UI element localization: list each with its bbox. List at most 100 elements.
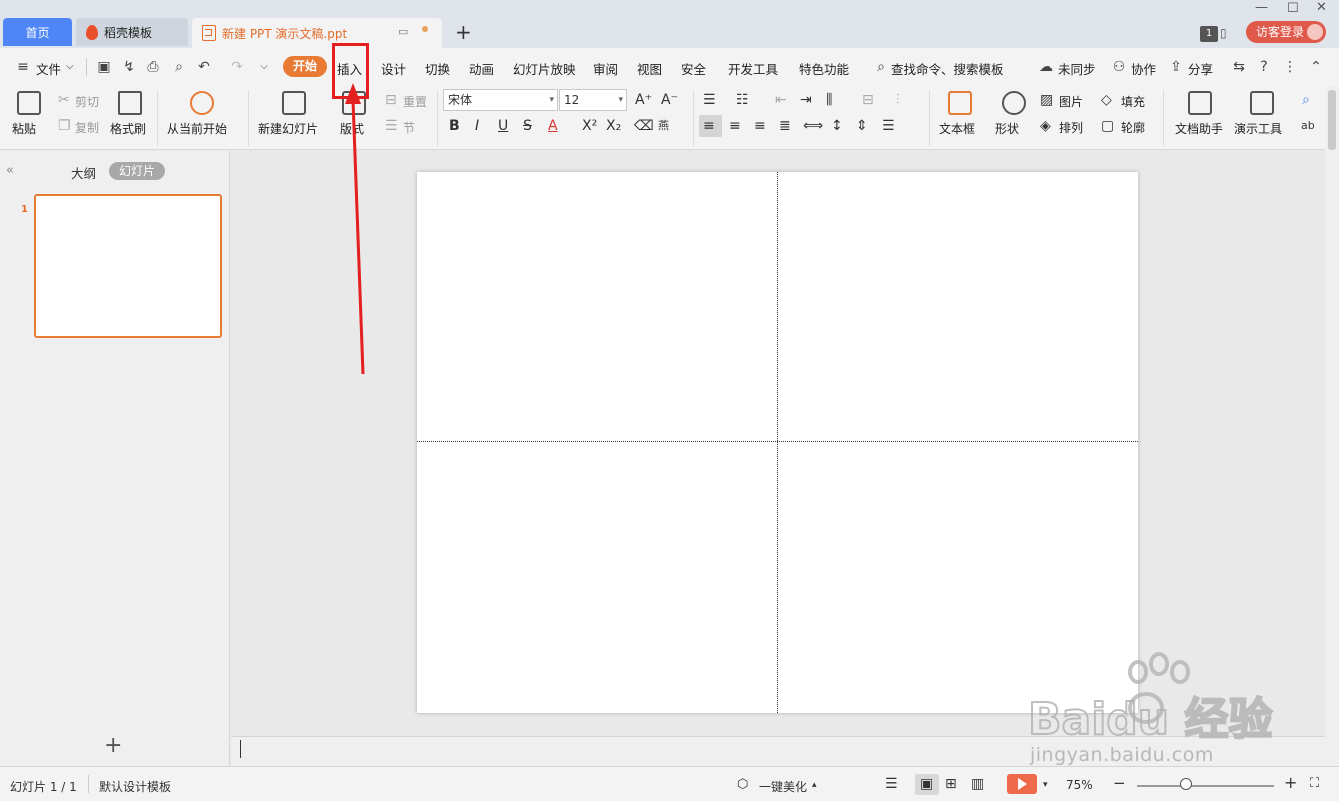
slide-page[interactable] <box>417 172 1138 713</box>
chevron-up-icon[interactable]: ▴ <box>812 780 817 790</box>
copy-button[interactable]: 复制 <box>75 119 99 136</box>
line-spacing-icon[interactable]: ↕ <box>831 118 843 134</box>
layout-button[interactable]: 版式 <box>340 120 364 137</box>
zoom-slider-track[interactable] <box>1137 785 1274 787</box>
subscript-icon[interactable]: X₂ <box>606 118 621 134</box>
cut-button[interactable]: 剪切 <box>75 93 99 110</box>
align-text-icon[interactable]: ⫶ <box>896 92 900 108</box>
zoom-in-icon[interactable]: + <box>1284 773 1297 792</box>
strikethrough-icon[interactable]: S <box>523 118 532 134</box>
italic-icon[interactable]: I <box>475 118 479 134</box>
menu-transition[interactable]: 切换 <box>425 59 450 78</box>
slide-thumbnail[interactable] <box>34 194 222 338</box>
visitor-login-button[interactable]: 访客登录 <box>1246 21 1326 43</box>
skin-icon[interactable]: ⇆ <box>1231 59 1247 75</box>
slide-sorter-icon[interactable]: ⊞ <box>945 776 957 792</box>
menu-slideshow[interactable]: 幻灯片放映 <box>513 59 576 78</box>
collapse-ribbon-icon[interactable]: ⌃ <box>1308 59 1324 75</box>
reading-view-icon[interactable]: ▥ <box>971 776 984 792</box>
collapse-panel-icon[interactable]: « <box>6 163 14 178</box>
menu-features[interactable]: 特色功能 <box>799 59 849 78</box>
zoom-out-icon[interactable]: − <box>1113 774 1126 792</box>
document-assistant-icon[interactable] <box>1188 91 1212 115</box>
arrange-button[interactable]: 排列 <box>1059 119 1083 136</box>
new-slide-icon[interactable] <box>282 91 306 115</box>
print-preview-icon[interactable]: ⌕ <box>171 59 187 75</box>
superscript-icon[interactable]: X² <box>582 118 597 134</box>
find-icon[interactable]: ⌕ <box>1302 92 1310 108</box>
scrollbar-thumb[interactable] <box>1328 90 1336 150</box>
menu-animation[interactable]: 动画 <box>469 59 494 78</box>
shape-icon[interactable] <box>1002 91 1026 115</box>
menu-start[interactable]: 开始 <box>283 56 327 77</box>
align-right-icon[interactable]: ≡ <box>754 118 766 134</box>
chevron-down-icon[interactable]: ⌵ <box>66 61 74 72</box>
close-icon[interactable]: ✕ <box>1316 0 1327 15</box>
help-icon[interactable]: ? <box>1256 59 1272 75</box>
customize-toolbar-icon[interactable]: ⌵ <box>256 59 272 75</box>
bold-icon[interactable]: B <box>449 118 460 134</box>
new-slide-button[interactable]: 新建幻灯片 <box>258 120 318 137</box>
menu-review[interactable]: 审阅 <box>593 59 618 78</box>
replace-icon[interactable]: ab <box>1301 118 1315 134</box>
save-icon[interactable]: ▣ <box>96 59 112 75</box>
window-list-icon[interactable]: ▯ <box>1220 26 1227 40</box>
font-size-select[interactable]: 12 ▾ <box>559 89 627 111</box>
print-icon[interactable]: ⎙ <box>145 59 161 75</box>
clear-format-icon[interactable]: ⌫ <box>634 118 654 134</box>
sync-status[interactable]: 未同步 <box>1058 59 1096 78</box>
paragraph-settings-icon[interactable]: ☰ <box>882 118 895 134</box>
command-search[interactable]: 查找命令、搜索模板 <box>891 59 1004 78</box>
tab-document[interactable]: 新建 PPT 演示文稿.ppt ▭ <box>192 18 442 48</box>
tab-slides[interactable]: 幻灯片 <box>109 162 166 180</box>
notes-toggle-icon[interactable]: ☰ <box>885 776 898 792</box>
horizontal-guide-line[interactable] <box>417 441 1138 442</box>
maximize-icon[interactable]: ☐ <box>1287 1 1299 16</box>
text-direction-icon[interactable]: ⊟ <box>862 92 874 108</box>
fit-window-icon[interactable]: ⛶ <box>1310 776 1319 791</box>
fill-button[interactable]: 填充 <box>1121 93 1145 110</box>
menu-devtools[interactable]: 开发工具 <box>728 59 778 78</box>
numbered-list-icon[interactable]: ☷ <box>736 92 749 108</box>
vertical-scrollbar[interactable] <box>1325 86 1339 766</box>
tab-template[interactable]: 稻壳模板 <box>76 18 188 46</box>
menu-security[interactable]: 安全 <box>681 59 706 78</box>
presentation-tools-icon[interactable] <box>1250 91 1274 115</box>
menu-view[interactable]: 视图 <box>637 59 662 78</box>
align-center-icon[interactable]: ≡ <box>729 118 741 134</box>
reset-button[interactable]: 重置 <box>403 93 427 110</box>
paragraph-spacing-icon[interactable]: ⇕ <box>856 118 868 134</box>
menu-design[interactable]: 设计 <box>381 59 406 78</box>
format-painter-icon[interactable] <box>118 91 142 115</box>
increase-indent-icon[interactable]: ⇥ <box>800 92 812 108</box>
tab-outline[interactable]: 大纲 <box>71 163 96 182</box>
design-template-label[interactable]: 默认设计模板 <box>99 778 171 795</box>
add-slide-icon[interactable]: + <box>104 733 122 758</box>
normal-view-icon[interactable]: ▣ <box>920 776 933 792</box>
format-painter-button[interactable]: 格式刷 <box>110 120 146 137</box>
chevron-down-icon[interactable]: ▾ <box>1043 780 1048 790</box>
font-name-select[interactable]: 宋体 ▾ <box>443 89 558 111</box>
one-click-beautify-button[interactable]: 一键美化 <box>759 778 807 795</box>
zoom-level[interactable]: 75% <box>1066 778 1093 792</box>
section-button[interactable]: 节 <box>403 119 415 136</box>
outline-button[interactable]: 轮廓 <box>1121 119 1145 136</box>
bullet-list-icon[interactable]: ☰ <box>703 92 716 108</box>
from-current-button[interactable]: 从当前开始 <box>167 120 227 137</box>
collaborate-button[interactable]: 协作 <box>1131 59 1156 78</box>
paste-button[interactable]: 粘贴 <box>12 120 36 137</box>
tab-home[interactable]: 首页 <box>3 18 72 46</box>
grow-font-icon[interactable]: A⁺ <box>635 92 652 108</box>
document-assistant-button[interactable]: 文档助手 <box>1175 120 1223 137</box>
textbox-icon[interactable] <box>948 91 972 115</box>
more-icon[interactable]: ⋮ <box>1282 59 1298 75</box>
phonetic-icon[interactable]: 燕 <box>658 118 669 134</box>
decrease-indent-icon[interactable]: ⇤ <box>775 92 787 108</box>
export-icon[interactable]: ↯ <box>121 59 137 75</box>
picture-button[interactable]: 图片 <box>1059 93 1083 110</box>
new-tab-icon[interactable]: + <box>455 20 472 44</box>
menu-file[interactable]: 文件 <box>36 59 61 78</box>
columns-icon[interactable]: ⫼ <box>826 92 832 108</box>
underline-icon[interactable]: U <box>498 118 508 134</box>
distribute-icon[interactable]: ⟺ <box>803 118 823 134</box>
